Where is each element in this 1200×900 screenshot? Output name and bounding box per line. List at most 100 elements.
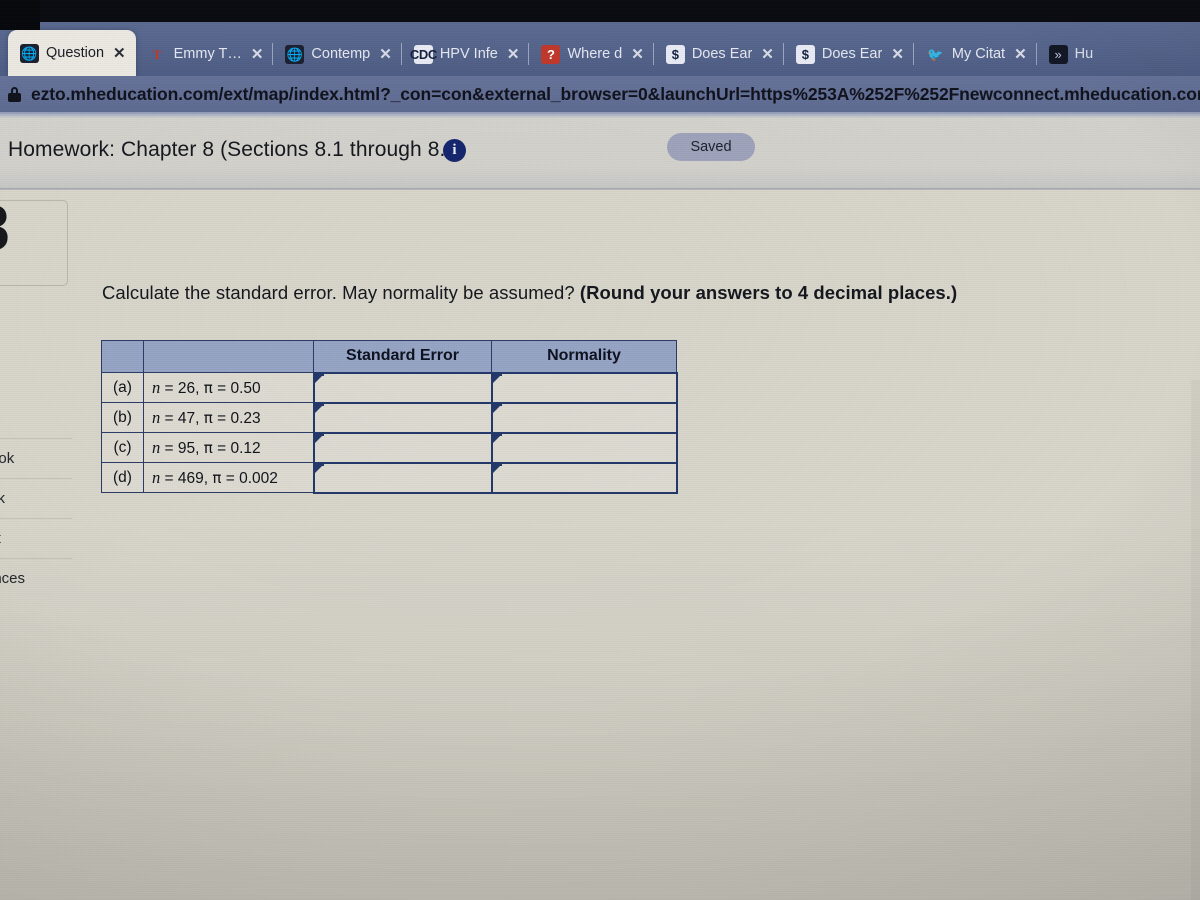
- page-scrollbar[interactable]: [1191, 380, 1200, 900]
- cell-flag-icon: [491, 372, 502, 383]
- n-value: 26: [177, 379, 196, 397]
- standard-error-input[interactable]: [312, 401, 493, 434]
- browser-tab-0[interactable]: 🌐 Question ✕: [8, 30, 136, 76]
- standard-error-input[interactable]: [312, 431, 493, 464]
- comma: ,: [203, 469, 209, 487]
- question-sidebar: 8 s BookAskrintrences: [0, 190, 72, 620]
- normality-input[interactable]: [490, 401, 678, 434]
- eq-1: =: [160, 379, 178, 397]
- info-icon[interactable]: i: [443, 139, 466, 162]
- normality-input[interactable]: [490, 371, 678, 404]
- n-symbol: n: [152, 437, 161, 457]
- dollar-icon: $: [665, 44, 685, 64]
- prompt-bold: (Round your answers to 4 decimal places.…: [579, 282, 958, 303]
- browser-tab-1[interactable]: T Emmy T… ✕: [136, 32, 274, 76]
- tab-title: Hu: [1074, 46, 1094, 62]
- letter-t-icon: T: [152, 46, 162, 62]
- cell-flag-icon: [313, 402, 324, 413]
- n-value: 47: [177, 409, 196, 427]
- eq-2: =: [221, 469, 240, 487]
- tab-title: My Citat: [951, 46, 1006, 62]
- header-blank-expr: [143, 340, 314, 373]
- browser-tab-6[interactable]: $ Does Ear ✕: [782, 32, 914, 76]
- table-header: Standard Error Normality: [101, 340, 677, 373]
- normality-input[interactable]: [490, 431, 678, 464]
- pi-symbol: π: [203, 378, 213, 397]
- sidebar-item-0[interactable]: Book: [0, 438, 72, 478]
- table-row: (c) n = 95, π = 0.12: [101, 431, 678, 464]
- tab-strip: 🌐 Question ✕ T Emmy T… ✕ 🌐 Contemp ✕ CDC HPV Infe ✕…: [0, 18, 1200, 76]
- cdc-icon: CDC: [409, 44, 437, 64]
- sidebar-item-2[interactable]: rint: [0, 518, 72, 558]
- sidebar-tool-list: Book Ask rint rences: [0, 438, 72, 598]
- question-number: 8: [0, 196, 10, 260]
- n-symbol: n: [152, 377, 161, 397]
- eq-1: =: [160, 469, 178, 487]
- table-header-row: Standard Error Normality: [101, 340, 677, 373]
- tab-close-icon[interactable]: ✕: [379, 45, 392, 63]
- chrome-bottom-edge: [0, 112, 1200, 118]
- tab-title: Question: [46, 45, 105, 61]
- browser-tab-3[interactable]: CDC HPV Infe ✕: [400, 32, 530, 76]
- browser-tab-5[interactable]: $ Does Ear ✕: [652, 32, 784, 76]
- eq-2: =: [212, 409, 231, 427]
- url-text: ezto.mheducation.com/ext/map/index.html?…: [31, 83, 1200, 104]
- row-label: (d): [101, 462, 144, 493]
- cell-flag-icon: [313, 432, 324, 443]
- tab-close-icon[interactable]: ✕: [631, 45, 644, 63]
- browser-tab-8[interactable]: » Hu: [1035, 32, 1104, 76]
- n-value: 95: [177, 439, 196, 457]
- header-normality: Normality: [491, 340, 677, 373]
- normality-input[interactable]: [490, 461, 678, 494]
- sidebar-item-1[interactable]: Ask: [0, 478, 72, 518]
- question-number-box: [0, 200, 68, 286]
- standard-error-input[interactable]: [312, 461, 493, 494]
- table-body: (a) n = 26, π = 0.50 (b) n = 47, π = 0.23 (c…: [101, 371, 678, 494]
- tab-title: Contemp: [311, 46, 371, 62]
- sidebar-item-label: Book: [0, 450, 15, 467]
- prompt-normal: Calculate the standard error. May normal…: [102, 282, 580, 303]
- question-prompt: Calculate the standard error. May normal…: [102, 282, 957, 304]
- sidebar-item-label: rint: [0, 530, 1, 547]
- tab-close-icon[interactable]: ✕: [507, 45, 520, 63]
- tab-title: Does Ear: [821, 46, 883, 62]
- address-bar[interactable]: ezto.mheducation.com/ext/map/index.html?…: [0, 76, 1200, 112]
- pi-symbol: π: [203, 438, 213, 457]
- browser-tab-7[interactable]: 🐦 My Citat ✕: [912, 32, 1037, 76]
- eq-2: =: [212, 439, 231, 457]
- question-body: 8 s BookAskrintrences Calculate the stan…: [0, 190, 1200, 900]
- row-expression: n = 469, π = 0.002: [143, 462, 314, 493]
- cell-flag-icon: [313, 462, 324, 473]
- header-standard-error: Standard Error: [313, 340, 492, 373]
- tab-close-icon[interactable]: ✕: [761, 45, 774, 63]
- tab-close-icon[interactable]: ✕: [1014, 45, 1027, 63]
- chevrons-icon: »: [1048, 44, 1068, 64]
- tab-close-icon[interactable]: ✕: [891, 45, 904, 63]
- browser-tab-4[interactable]: ? Where d ✕: [528, 32, 653, 76]
- pi-value: 0.50: [230, 379, 261, 397]
- pi-value: 0.23: [230, 409, 261, 427]
- standard-error-input[interactable]: [312, 371, 493, 404]
- row-expression: n = 26, π = 0.50: [143, 372, 314, 403]
- browser-tab-2[interactable]: 🌐 Contemp ✕: [272, 32, 401, 76]
- tab-close-icon[interactable]: ✕: [113, 44, 126, 62]
- row-expression: n = 95, π = 0.12: [143, 432, 314, 463]
- tab-title: HPV Infe: [439, 46, 498, 62]
- pi-value: 0.12: [230, 439, 261, 457]
- row-label: (c): [101, 432, 144, 463]
- status-badge: Saved: [667, 133, 755, 161]
- tab-list: 🌐 Question ✕ T Emmy T… ✕ 🌐 Contemp ✕ CDC HPV Infe ✕…: [8, 26, 1103, 76]
- sidebar-item-3[interactable]: rences: [0, 558, 72, 598]
- eq-1: =: [160, 439, 178, 457]
- tab-close-icon[interactable]: ✕: [251, 45, 264, 63]
- row-label: (b): [101, 402, 144, 433]
- screen-bezel-top: [0, 0, 1200, 22]
- table-row: (b) n = 47, π = 0.23: [101, 401, 678, 434]
- n-symbol: n: [152, 407, 161, 427]
- dollar-icon: $: [795, 44, 815, 64]
- page-title: Homework: Chapter 8 (Sections 8.1 throug…: [8, 138, 465, 161]
- globe-icon: 🌐: [285, 44, 305, 64]
- screen-bezel-corner: [0, 0, 40, 30]
- comma: ,: [195, 409, 200, 427]
- n-symbol: n: [152, 467, 161, 487]
